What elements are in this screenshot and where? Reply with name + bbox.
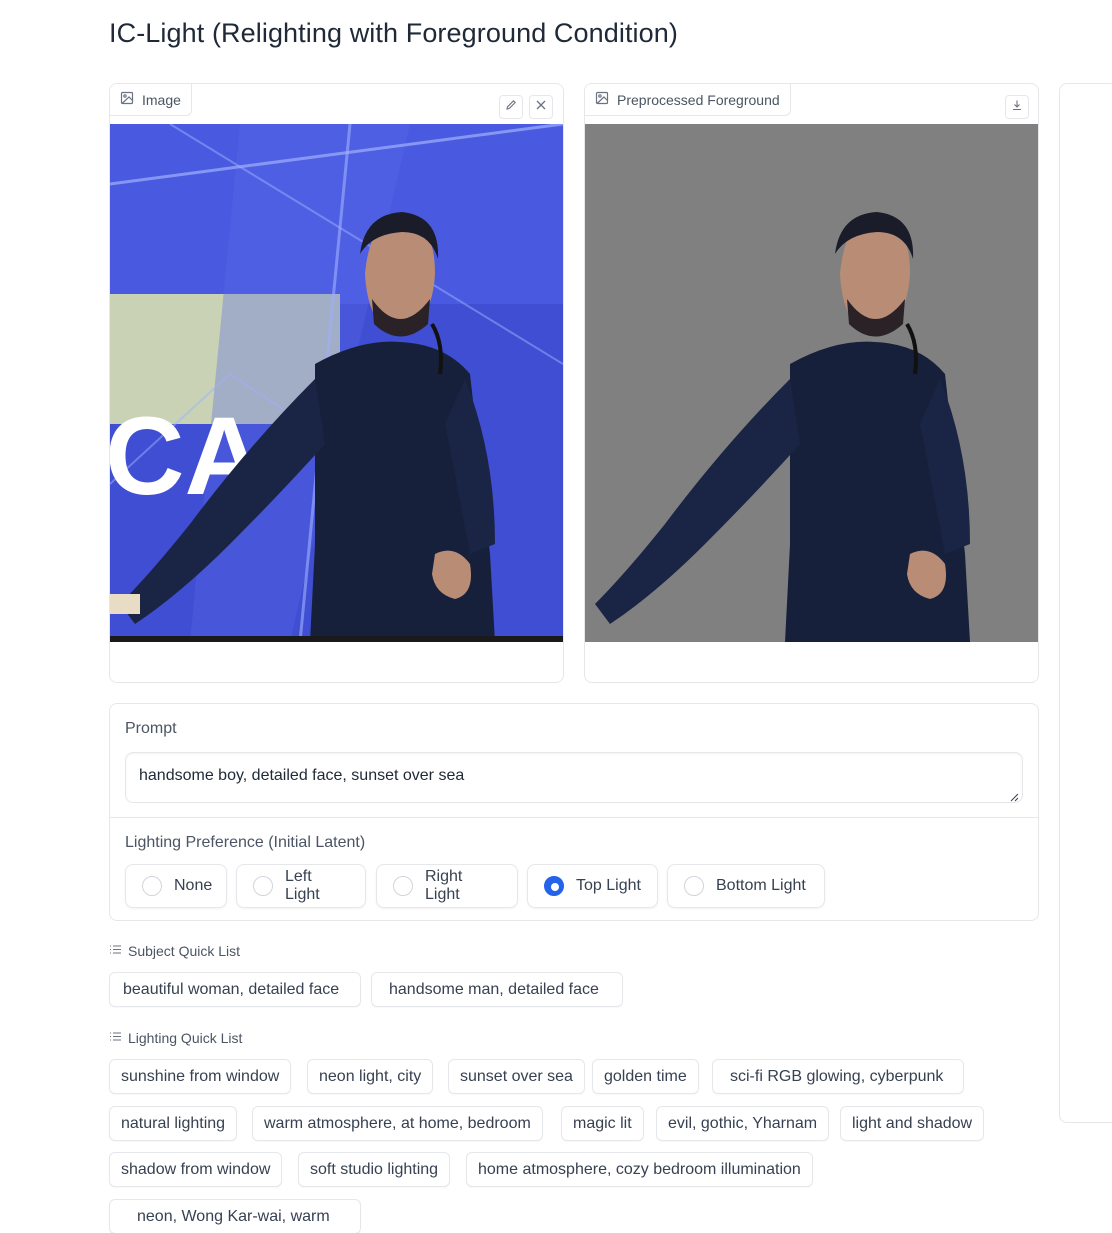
radio-left-light[interactable]: Left Light	[236, 864, 366, 908]
resize-grip-icon[interactable]	[1009, 789, 1019, 802]
lighting-chip[interactable]: warm atmosphere, at home, bedroom	[252, 1106, 543, 1141]
download-button[interactable]	[1005, 95, 1029, 119]
radio-checked-icon[interactable]	[544, 876, 564, 896]
radio-right-light[interactable]: Right Light	[376, 864, 518, 908]
clear-image-button[interactable]	[529, 95, 553, 119]
input-image-label: Image	[110, 84, 192, 116]
radio-circle-icon[interactable]	[393, 876, 413, 896]
download-icon	[1011, 98, 1023, 116]
edit-button[interactable]	[499, 95, 523, 119]
lighting-label: Lighting Preference (Initial Latent)	[125, 834, 366, 851]
lighting-chip[interactable]: sunset over sea	[448, 1059, 585, 1094]
subject-chip[interactable]: handsome man, detailed face	[371, 972, 623, 1007]
lighting-chip[interactable]: sci-fi RGB glowing, cyberpunk	[712, 1059, 964, 1094]
prompt-panel: Prompt handsome boy, detailed face, suns…	[109, 703, 1039, 921]
lighting-chip[interactable]: soft studio lighting	[298, 1152, 451, 1187]
lighting-chip[interactable]: evil, gothic, Yharnam	[656, 1106, 830, 1141]
lighting-chip[interactable]: magic lit	[561, 1106, 644, 1141]
lighting-chip[interactable]: neon, Wong Kar-wai, warm	[109, 1199, 361, 1233]
foreground-photo	[585, 124, 1038, 642]
radio-top-light[interactable]: Top Light	[527, 864, 658, 908]
list-icon	[109, 1030, 122, 1046]
lighting-chip[interactable]: home atmosphere, cozy bedroom illuminati…	[466, 1152, 813, 1187]
lighting-chip[interactable]: shadow from window	[109, 1152, 283, 1187]
lighting-chip[interactable]: natural lighting	[109, 1106, 238, 1141]
subject-chip[interactable]: beautiful woman, detailed face	[109, 972, 361, 1007]
input-image-label-text: Image	[142, 91, 181, 108]
radio-label: Bottom Light	[716, 877, 806, 894]
radio-circle-icon[interactable]	[142, 876, 162, 896]
image-icon	[120, 91, 134, 108]
close-icon	[535, 98, 547, 116]
radio-label: Left Light	[285, 868, 320, 903]
foreground-image-label: Preprocessed Foreground	[585, 84, 791, 116]
divider	[110, 817, 1038, 818]
output-panel-edge	[1059, 83, 1112, 1123]
prompt-value: handsome boy, detailed face, sunset over…	[139, 767, 465, 784]
input-image-panel[interactable]: Image CA	[109, 83, 564, 683]
lighting-quick-list-text: Lighting Quick List	[128, 1030, 243, 1046]
lighting-chip[interactable]: sunshine from window	[109, 1059, 292, 1094]
lighting-chip[interactable]: light and shadow	[840, 1106, 985, 1141]
pencil-icon	[505, 98, 517, 116]
foreground-image-label-text: Preprocessed Foreground	[617, 91, 780, 108]
radio-circle-icon[interactable]	[684, 876, 704, 896]
foreground-image-panel: Preprocessed Foreground	[584, 83, 1039, 683]
lighting-chip[interactable]: neon light, city	[307, 1059, 434, 1094]
image-icon	[595, 91, 609, 108]
prompt-label: Prompt	[125, 720, 177, 737]
radio-label: Right Light	[425, 868, 463, 903]
radio-none[interactable]: None	[125, 864, 227, 908]
lighting-quick-list-label: Lighting Quick List	[109, 1030, 242, 1046]
page-title: IC-Light (Relighting with Foreground Con…	[109, 18, 678, 48]
radio-label: None	[174, 877, 213, 894]
lighting-chip[interactable]: golden time	[592, 1059, 699, 1094]
prompt-input[interactable]: handsome boy, detailed face, sunset over…	[125, 752, 1023, 803]
radio-bottom-light[interactable]: Bottom Light	[667, 864, 825, 908]
radio-circle-icon[interactable]	[253, 876, 273, 896]
subject-quick-list-text: Subject Quick List	[128, 943, 241, 959]
radio-label: Top Light	[576, 877, 641, 894]
input-photo: CA	[110, 124, 563, 642]
list-icon	[109, 943, 122, 959]
subject-quick-list-label: Subject Quick List	[109, 943, 240, 959]
